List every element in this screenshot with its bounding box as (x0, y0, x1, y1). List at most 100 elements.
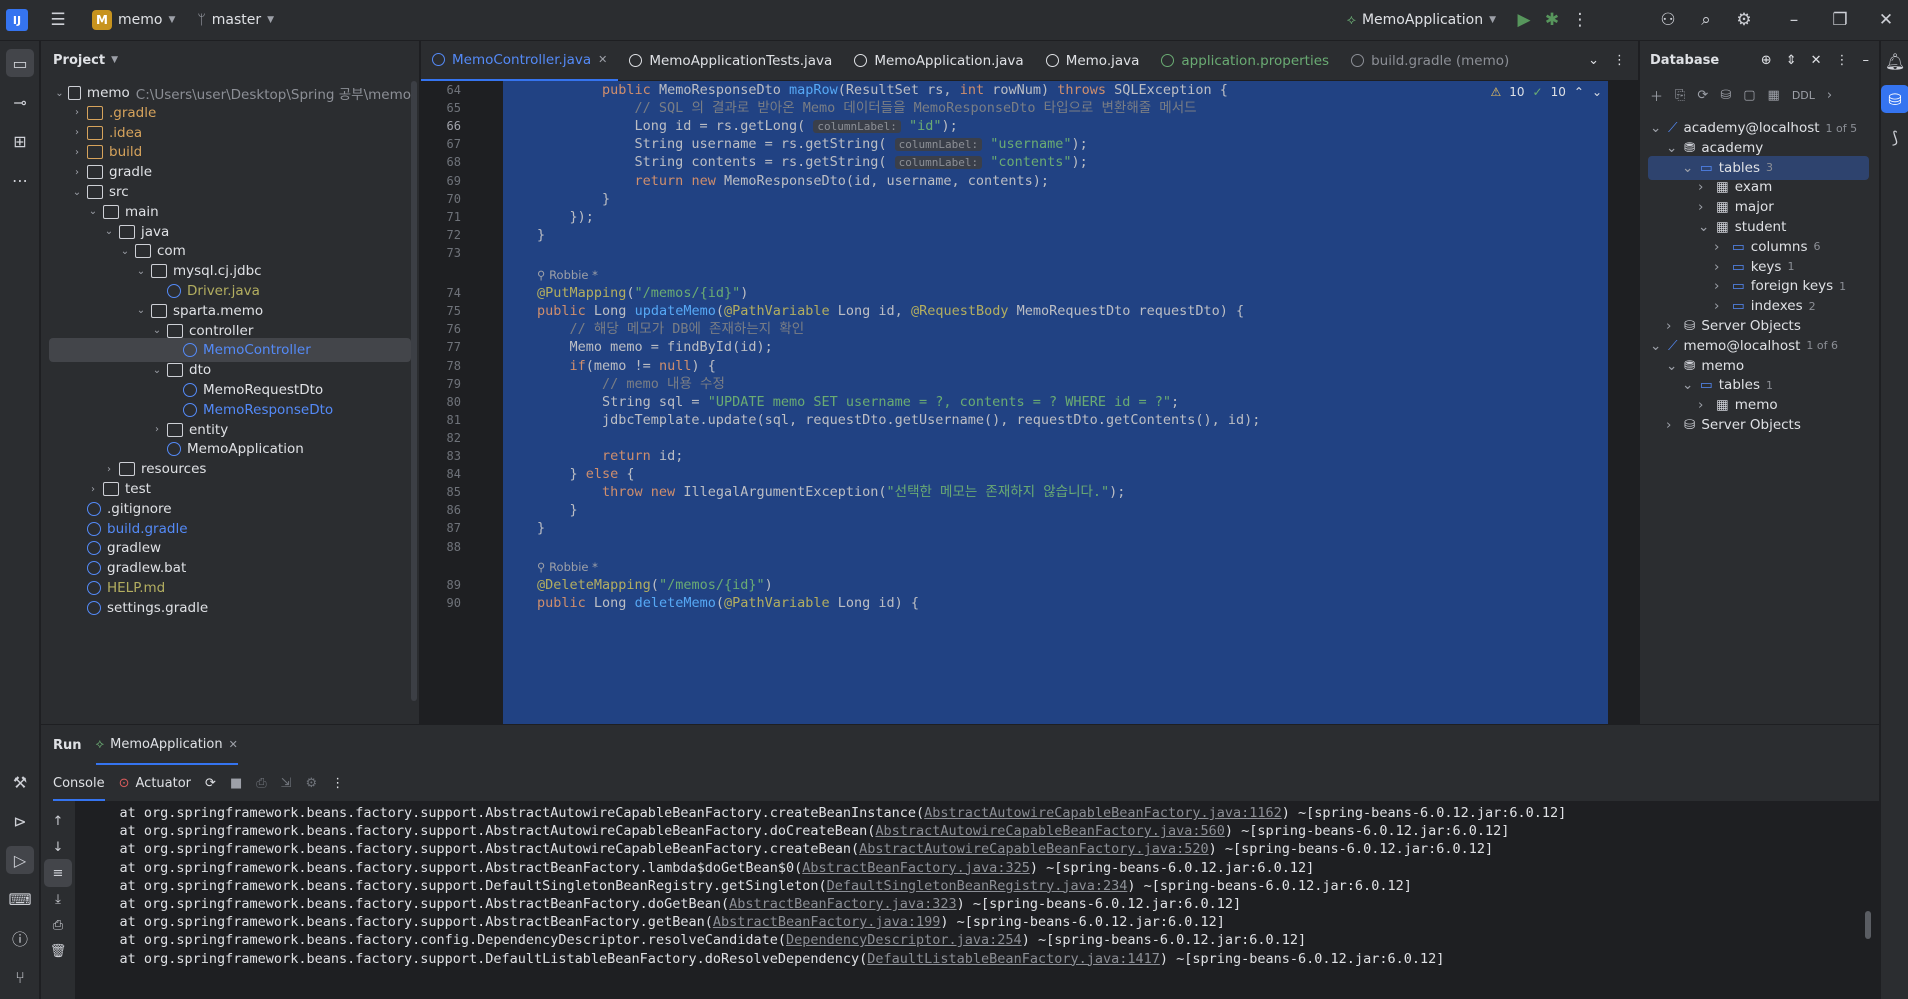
chevron-icon[interactable]: › (101, 464, 117, 475)
build-tool-icon[interactable]: ⚒ (6, 768, 34, 796)
more-icon[interactable]: ⋮ (1613, 53, 1626, 68)
chevron-icon[interactable]: ⌄ (1698, 219, 1710, 235)
branch-selector[interactable]: ᛘ master ▼ (197, 12, 274, 28)
console-scrollbar[interactable] (1865, 911, 1871, 939)
minimize-icon[interactable]: – (1780, 6, 1808, 34)
chevron-icon[interactable]: › (1714, 239, 1726, 255)
close-icon[interactable]: ✕ (1811, 53, 1822, 68)
target-icon[interactable]: ⊕ (1761, 53, 1772, 68)
commit-tool-icon[interactable]: ⊸ (6, 88, 34, 116)
stack-trace-link[interactable]: AbstractAutowireCapableBeanFactory.java:… (924, 805, 1282, 821)
schema-icon[interactable]: ⛁ (1720, 88, 1731, 103)
chevron-icon[interactable]: ⌄ (1650, 338, 1662, 354)
author-hint[interactable]: ⚲ Robbie * (537, 560, 598, 574)
chevron-icon[interactable]: › (1698, 199, 1710, 215)
problems-tool-icon[interactable]: ⓘ (6, 924, 34, 952)
chevron-icon[interactable]: ⌄ (53, 88, 66, 99)
project-selector[interactable]: M memo ▼ (92, 10, 175, 30)
app-logo-icon[interactable]: IJ (6, 9, 28, 31)
editor-tab[interactable]: MemoApplicationTests.java (618, 41, 843, 81)
run-tab[interactable]: Run (53, 738, 82, 753)
stack-trace-link[interactable]: AbstractBeanFactory.java:323 (729, 896, 957, 912)
editor-tab[interactable]: Memo.java (1035, 41, 1151, 81)
chevron-icon[interactable]: › (149, 424, 165, 435)
refresh-icon[interactable]: ⟳ (1697, 88, 1708, 103)
chevron-icon[interactable]: › (69, 147, 85, 158)
tree-item[interactable]: settings.gradle (41, 596, 411, 620)
gear-icon[interactable]: ⚙ (1730, 6, 1758, 34)
console-output[interactable]: at org.springframework.beans.factory.sup… (75, 801, 1879, 999)
inspection-widget[interactable]: ⚠ 10 ✓ 10 ⌃ ⌄ (1490, 85, 1602, 99)
editor-tab[interactable]: application.properties (1150, 41, 1340, 81)
chevron-icon[interactable]: ⌄ (149, 365, 165, 376)
stack-trace-link[interactable]: AbstractAutowireCapableBeanFactory.java:… (859, 841, 1209, 857)
db-tree-item[interactable]: › ⛁ Server Objects (1640, 413, 1869, 437)
arrow-down-icon[interactable]: ↓ (44, 833, 72, 861)
chevron-icon[interactable]: › (1698, 397, 1710, 413)
chevron-icon[interactable]: › (69, 167, 85, 178)
run-config-selector[interactable]: ⟡ MemoApplication ▼ (1347, 12, 1496, 28)
chevron-icon[interactable]: › (1714, 278, 1726, 294)
chevron-icon[interactable]: ⌄ (1682, 160, 1694, 176)
editor-scrollbar[interactable] (1608, 81, 1638, 724)
chevron-icon[interactable]: ⌄ (1666, 140, 1678, 156)
close-icon[interactable]: ✕ (229, 738, 238, 751)
stack-trace-link[interactable]: DefaultListableBeanFactory.java:1417 (867, 951, 1160, 967)
author-hint[interactable]: ⚲ Robbie * (537, 268, 598, 282)
run-tool-icon[interactable]: ▷ (6, 846, 34, 874)
chevron-icon[interactable]: › (1714, 259, 1726, 275)
stack-trace-link[interactable]: DependencyDescriptor.java:254 (786, 932, 1022, 948)
chevron-icon[interactable]: ⌄ (101, 226, 117, 237)
tabs-dropdown-icon[interactable]: ⌄ (1588, 53, 1599, 68)
copy-icon[interactable]: ⎘ (1675, 88, 1685, 103)
more-icon[interactable]: ⋮ (331, 776, 344, 791)
chevron-down-icon[interactable]: ⌄ (1592, 85, 1602, 99)
actuator-tab[interactable]: ⊙ Actuator (119, 776, 191, 791)
table-icon[interactable]: ▦ (1768, 88, 1780, 103)
chevron-icon[interactable]: ⌄ (1666, 358, 1678, 374)
chevron-icon[interactable]: › (1666, 417, 1678, 433)
code-area[interactable]: public MemoResponseDto mapRow(ResultSet … (503, 81, 1608, 724)
project-scrollbar[interactable] (411, 81, 417, 701)
code-editor[interactable]: 64 65 66 67 68 69 70 71 72 73 74 75 76 77 78 79 80 81 82 83… (421, 81, 1638, 724)
git-tool-icon[interactable]: ⑂ (6, 963, 34, 991)
terminal-tool-icon[interactable]: ⌨ (6, 885, 34, 913)
soft-wrap-icon[interactable]: ≡ (44, 859, 72, 887)
stack-trace-link[interactable]: AbstractAutowireCapableBeanFactory.java:… (875, 823, 1225, 839)
chevron-right-icon[interactable]: › (1827, 88, 1832, 103)
console-tab[interactable]: Console (53, 766, 105, 801)
chevron-icon[interactable]: ⌄ (149, 325, 165, 336)
chevron-icon[interactable]: › (1666, 318, 1678, 334)
more-actions-icon[interactable]: ⋮ (1566, 6, 1594, 34)
stack-trace-link[interactable]: DefaultSingletonBeanRegistry.java:234 (827, 878, 1128, 894)
add-user-icon[interactable]: ⚇ (1654, 6, 1682, 34)
structure-tool-icon[interactable]: ⊞ (6, 127, 34, 155)
chevron-icon[interactable]: ⌄ (1682, 377, 1694, 393)
editor-tab[interactable]: build.gradle (memo) (1340, 41, 1520, 81)
stop-icon[interactable]: ▢ (1743, 88, 1755, 103)
editor-tab[interactable]: MemoController.java ✕ (421, 41, 619, 81)
search-icon[interactable]: ⌕ (1692, 6, 1720, 34)
gradle-tool-icon[interactable]: ⟆ (1881, 123, 1908, 151)
close-icon[interactable]: ✕ (598, 53, 607, 66)
maximize-icon[interactable]: ❐ (1826, 6, 1854, 34)
expand-icon[interactable]: ⇕ (1786, 53, 1797, 68)
chevron-icon[interactable]: ⌄ (85, 206, 101, 217)
project-tool-icon[interactable]: ▭ (6, 49, 34, 77)
camera-icon[interactable]: ⎙ (256, 776, 266, 791)
main-menu-icon[interactable]: ☰ (44, 6, 72, 34)
more-icon[interactable]: ⋮ (1836, 53, 1849, 68)
print-icon[interactable]: ⎙ (44, 911, 72, 939)
chevron-icon[interactable]: ⌄ (117, 246, 133, 257)
chevron-up-icon[interactable]: ⌃ (1574, 85, 1584, 99)
chevron-icon[interactable]: › (1698, 179, 1710, 195)
editor-tab[interactable]: MemoApplication.java (843, 41, 1034, 81)
stack-trace-link[interactable]: AbstractBeanFactory.java:325 (802, 860, 1030, 876)
project-panel-header[interactable]: Project ▼ (41, 41, 419, 79)
add-icon[interactable]: ＋ (1650, 86, 1663, 105)
chevron-icon[interactable]: › (85, 484, 101, 495)
chevron-icon[interactable]: ⌄ (69, 187, 85, 198)
export-icon[interactable]: ⇲ (281, 776, 292, 791)
chevron-icon[interactable]: ⌄ (1650, 120, 1662, 136)
chevron-icon[interactable]: › (1714, 298, 1726, 314)
